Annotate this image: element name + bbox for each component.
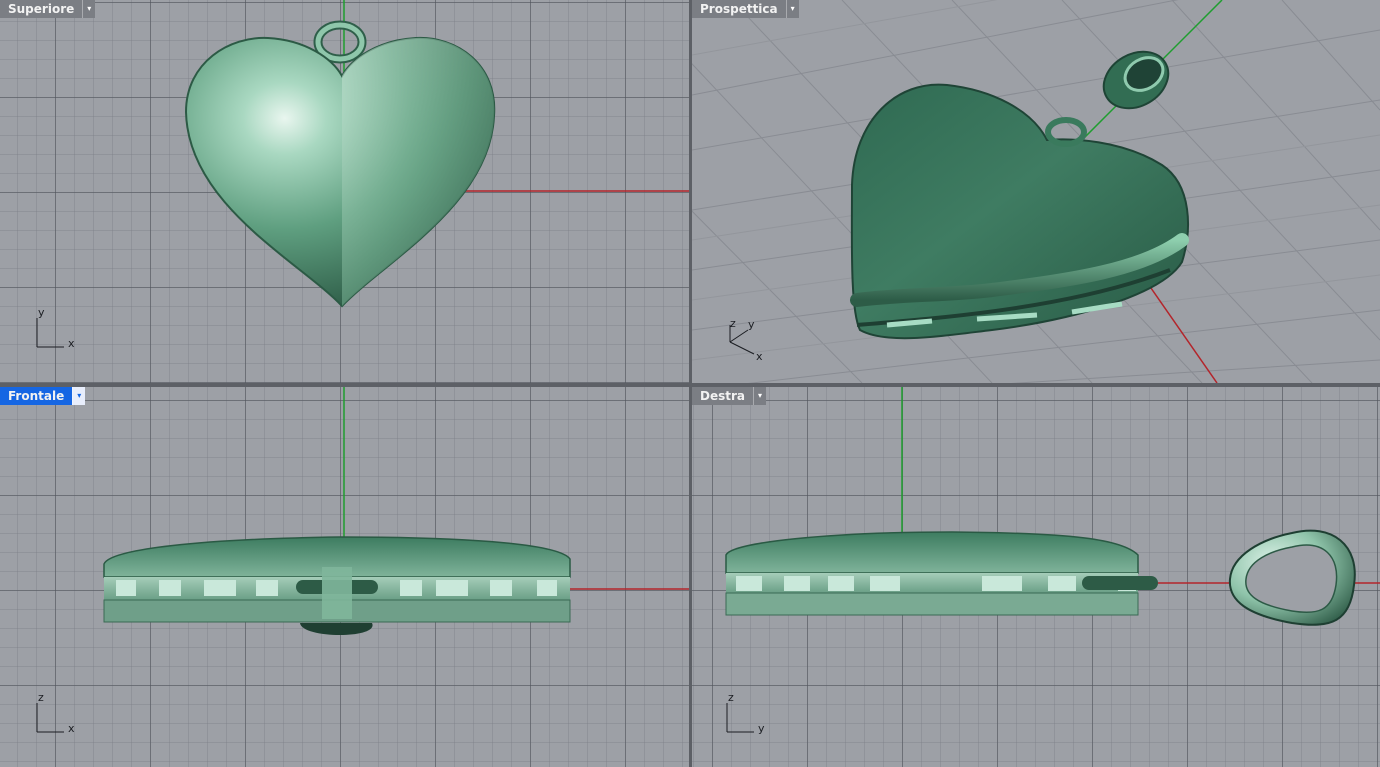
front-view-scene: z x (36, 387, 689, 735)
axis-indicator: y x (36, 306, 75, 350)
viewport-right[interactable]: Destra ▾ z y (692, 387, 1380, 767)
viewport-title: Prospettica (700, 2, 778, 16)
viewport-top[interactable]: Superiore ▾ y x (0, 0, 689, 383)
axis-label-horizontal: x (68, 337, 75, 350)
viewport-tab-right[interactable]: Destra ▾ (692, 387, 766, 405)
viewport-front[interactable]: Frontale ▾ z x (0, 387, 689, 767)
heart-pendant-front (103, 536, 571, 635)
axis-label-vertical: z (728, 691, 734, 704)
axis-indicator: z x (36, 691, 75, 735)
chevron-down-icon[interactable]: ▾ (82, 0, 95, 18)
axis-indicator: z y x (729, 317, 763, 363)
viewport-perspective[interactable]: Prospettica ▾ z y x (692, 0, 1380, 383)
chevron-down-icon[interactable]: ▾ (785, 0, 799, 18)
axis-label-x: x (756, 350, 763, 363)
axis-indicator: z y (726, 691, 765, 735)
axis-label-horizontal: x (68, 722, 75, 735)
viewport-title: Destra (700, 389, 745, 403)
heart-pendant-perspective (850, 50, 1189, 340)
viewport-tab-perspective[interactable]: Prospettica ▾ (692, 0, 799, 18)
chevron-down-icon[interactable]: ▾ (753, 387, 766, 405)
viewport-title: Superiore (8, 2, 75, 16)
perspective-view-scene: z y x (692, 0, 1380, 383)
axis-label-horizontal: y (758, 722, 765, 735)
axis-label-vertical: z (38, 691, 44, 704)
bail-loop (1228, 529, 1356, 626)
right-view-scene: z y (725, 387, 1380, 735)
viewport-tab-front[interactable]: Frontale ▾ (0, 387, 86, 405)
bail-loop (1102, 50, 1170, 110)
chevron-down-icon[interactable]: ▾ (72, 387, 86, 405)
viewport-title: Frontale (8, 389, 65, 403)
heart-pendant-right (725, 529, 1356, 626)
axis-label-vertical: y (38, 306, 45, 319)
axis-label-z: z (730, 317, 736, 330)
viewport-tab-top[interactable]: Superiore ▾ (0, 0, 96, 18)
heart-pendant-top (184, 20, 496, 308)
axis-label-y: y (748, 318, 755, 331)
top-view-scene: y x (36, 0, 689, 350)
